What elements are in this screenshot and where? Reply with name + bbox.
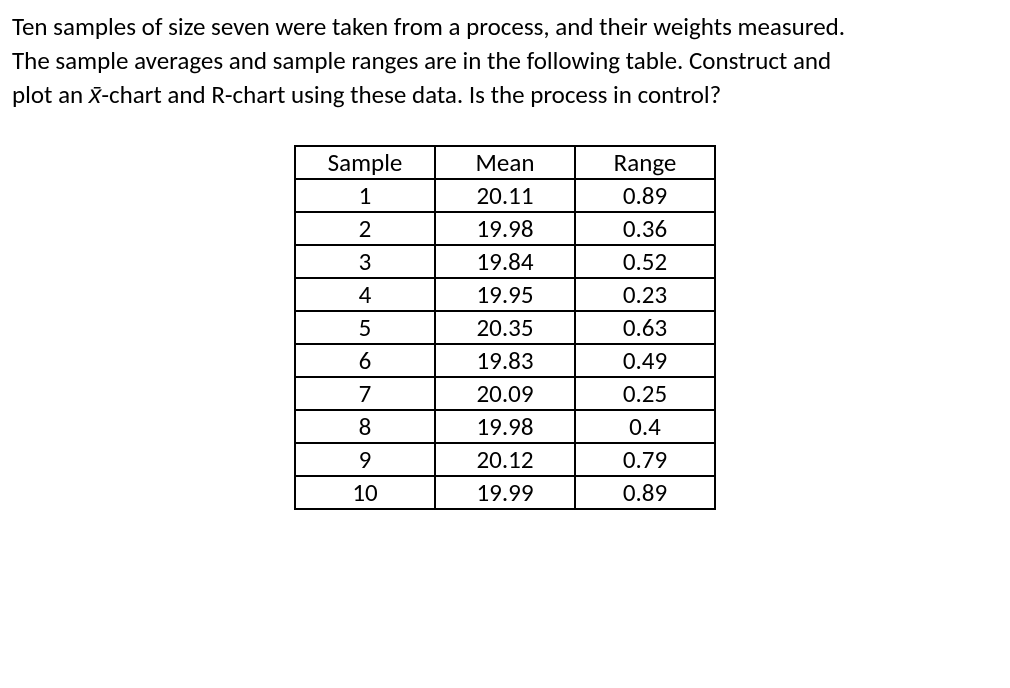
table-row: 4 19.95 0.23	[295, 278, 715, 311]
cell-sample: 4	[295, 278, 435, 311]
cell-mean: 19.95	[435, 278, 575, 311]
cell-range: 0.89	[575, 476, 715, 509]
cell-sample: 7	[295, 377, 435, 410]
table-row: 10 19.99 0.89	[295, 476, 715, 509]
cell-mean: 19.99	[435, 476, 575, 509]
table-row: 3 19.84 0.52	[295, 245, 715, 278]
cell-range: 0.36	[575, 212, 715, 245]
cell-sample: 6	[295, 344, 435, 377]
question-line3-suffix: -chart and R-chart using these data. Is …	[101, 79, 721, 110]
cell-range: 0.52	[575, 245, 715, 278]
cell-range: 0.79	[575, 443, 715, 476]
cell-range: 0.23	[575, 278, 715, 311]
cell-mean: 19.84	[435, 245, 575, 278]
table-row: 7 20.09 0.25	[295, 377, 715, 410]
header-mean: Mean	[435, 146, 575, 179]
cell-sample: 10	[295, 476, 435, 509]
cell-range: 0.25	[575, 377, 715, 410]
cell-mean: 20.12	[435, 443, 575, 476]
cell-range: 0.63	[575, 311, 715, 344]
table-row: 8 19.98 0.4	[295, 410, 715, 443]
xbar-symbol: x̄	[89, 79, 102, 110]
header-sample: Sample	[295, 146, 435, 179]
table-header-row: Sample Mean Range	[295, 146, 715, 179]
question-line2: The sample averages and sample ranges ar…	[12, 45, 831, 76]
cell-mean: 19.83	[435, 344, 575, 377]
cell-sample: 3	[295, 245, 435, 278]
data-table: Sample Mean Range 1 20.11 0.89 2 19.98 0…	[294, 145, 716, 510]
cell-sample: 9	[295, 443, 435, 476]
cell-mean: 20.11	[435, 179, 575, 212]
cell-mean: 19.98	[435, 212, 575, 245]
table-row: 9 20.12 0.79	[295, 443, 715, 476]
cell-sample: 2	[295, 212, 435, 245]
cell-range: 0.89	[575, 179, 715, 212]
question-line3-prefix: plot an	[12, 79, 89, 110]
cell-mean: 20.09	[435, 377, 575, 410]
cell-range: 0.49	[575, 344, 715, 377]
question-line1: Ten samples of size seven were taken fro…	[12, 11, 845, 42]
table-row: 5 20.35 0.63	[295, 311, 715, 344]
question-text: Ten samples of size seven were taken fro…	[12, 10, 998, 111]
cell-sample: 8	[295, 410, 435, 443]
table-row: 1 20.11 0.89	[295, 179, 715, 212]
cell-sample: 1	[295, 179, 435, 212]
table-row: 2 19.98 0.36	[295, 212, 715, 245]
cell-range: 0.4	[575, 410, 715, 443]
header-range: Range	[575, 146, 715, 179]
cell-mean: 20.35	[435, 311, 575, 344]
cell-sample: 5	[295, 311, 435, 344]
cell-mean: 19.98	[435, 410, 575, 443]
table-row: 6 19.83 0.49	[295, 344, 715, 377]
